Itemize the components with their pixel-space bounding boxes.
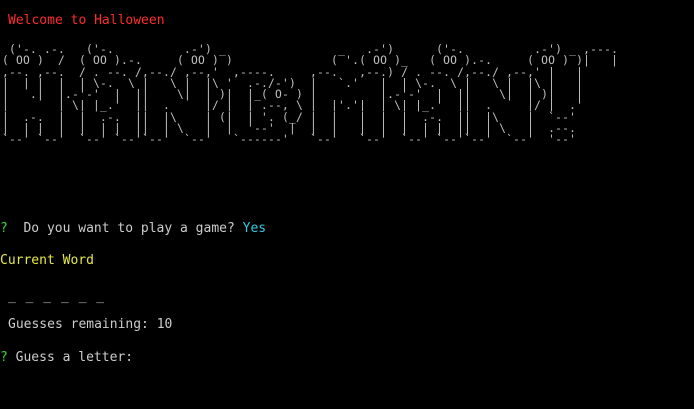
guess-letter-prompt[interactable]: ? Guess a letter: (0, 349, 141, 366)
welcome-message: Welcome to Halloween (8, 13, 165, 28)
prompt-marker: ? (0, 350, 8, 365)
current-word-label: Current Word (0, 253, 94, 268)
guesses-remaining: Guesses remaining: 10 (8, 317, 173, 332)
prompt-marker: ? (0, 221, 8, 236)
word-blanks: _ _ _ _ _ _ (8, 289, 106, 304)
guess-letter-question: Guess a letter: (7, 350, 134, 365)
play-game-prompt: ? Do you want to play a game? Yes (0, 221, 266, 237)
play-game-question: Do you want to play a game? (7, 221, 243, 236)
hangman-ascii-banner: ('-. .-. ('-. .-') _ _ .-') ('-. .-') _ … (2, 43, 619, 147)
input-cursor[interactable] (133, 349, 141, 363)
play-game-answer: Yes (242, 221, 267, 236)
